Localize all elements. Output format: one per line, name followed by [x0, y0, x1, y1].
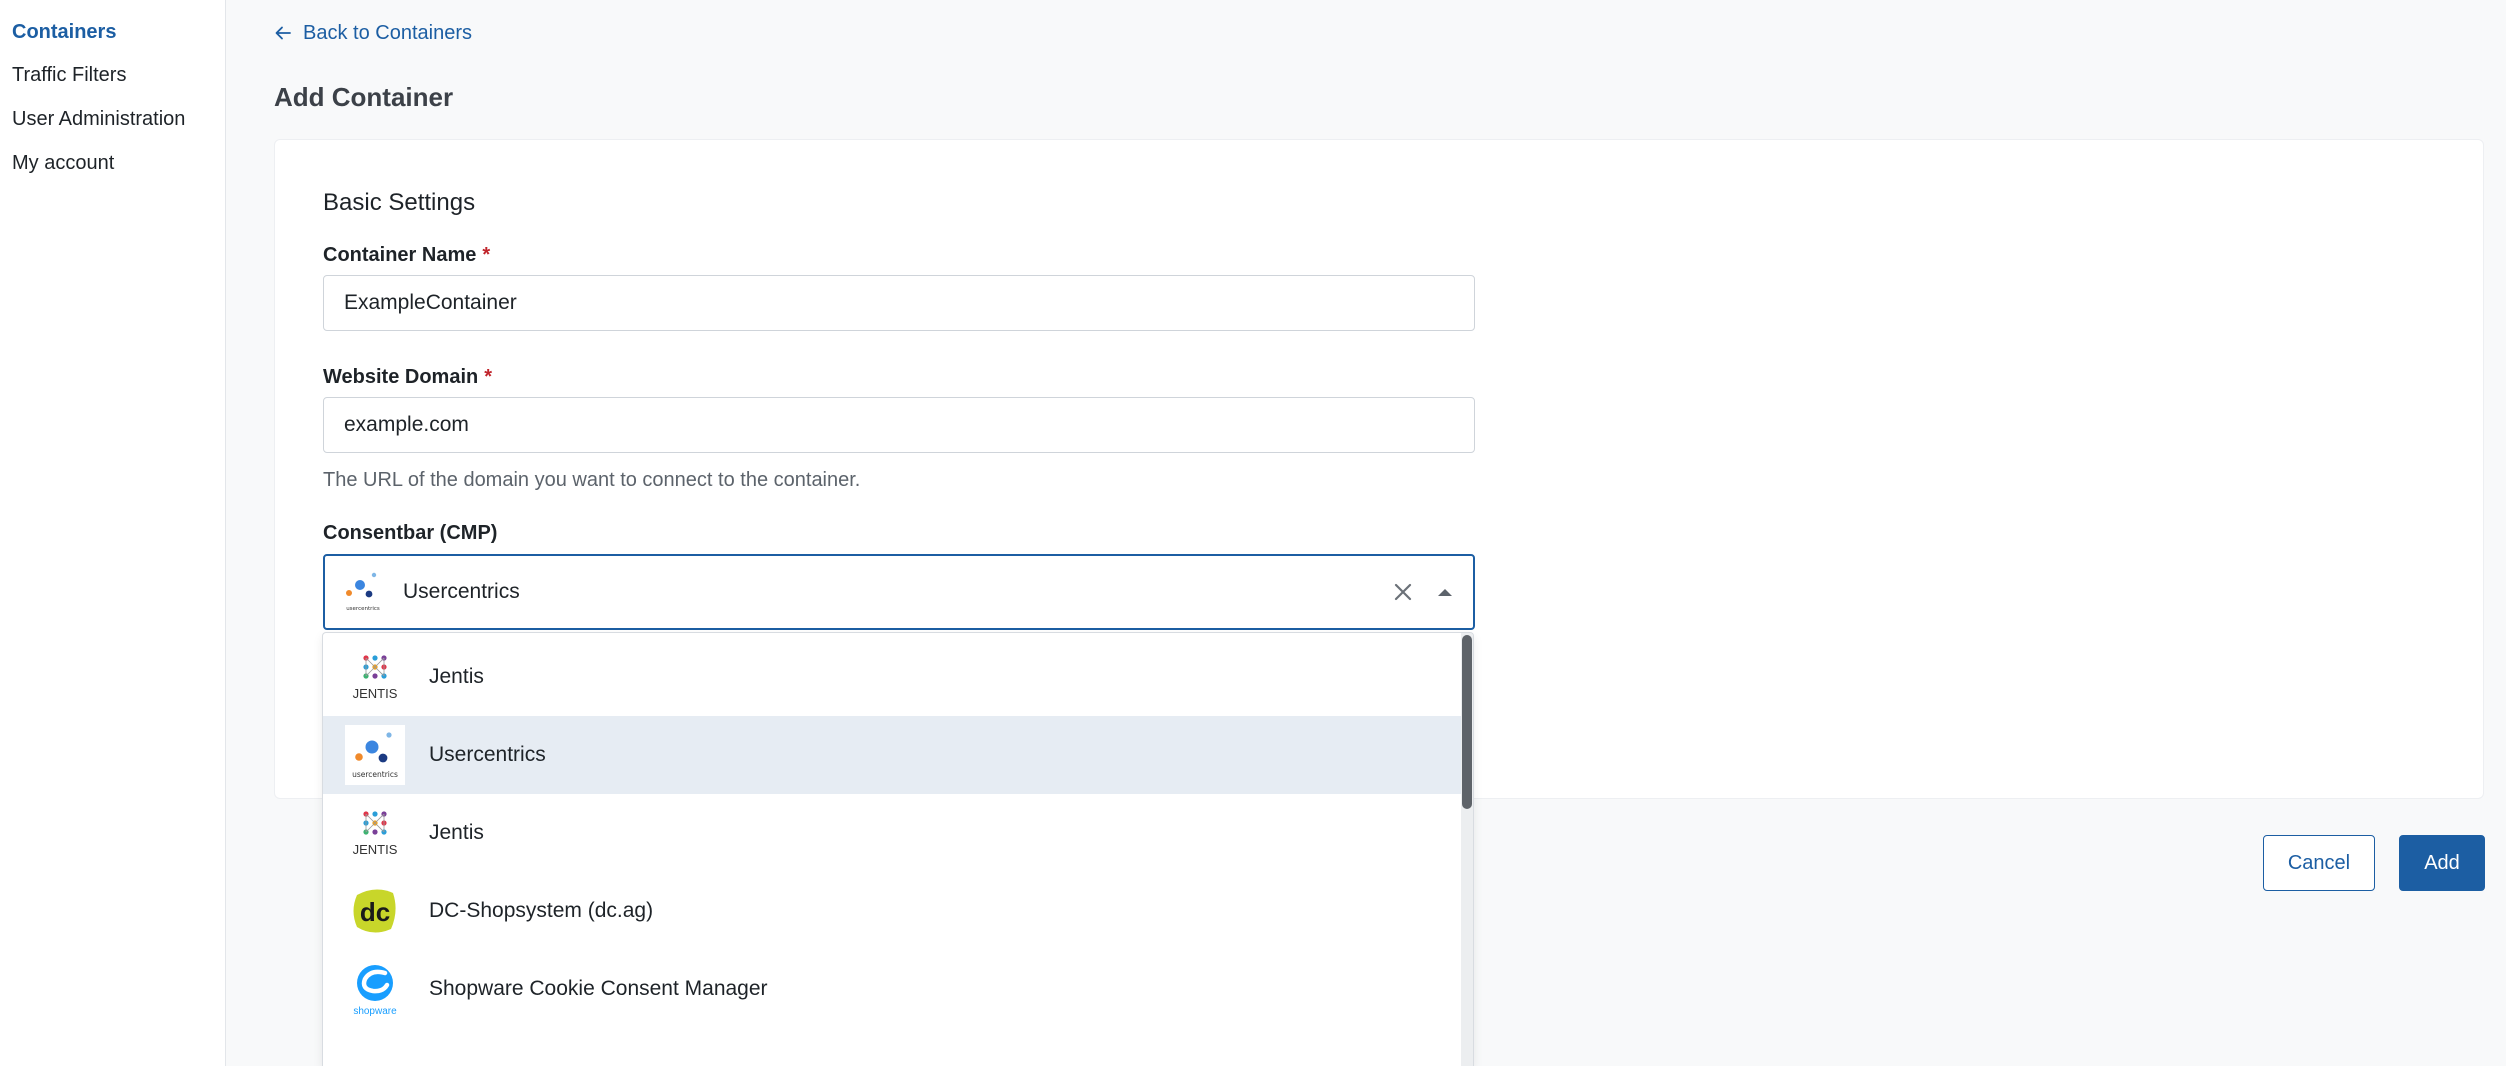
back-link-label: Back to Containers: [303, 22, 472, 44]
svg-text:JENTIS: JENTIS: [353, 686, 398, 701]
dropdown-option-label: DC-Shopsystem (dc.ag): [429, 899, 654, 922]
website-domain-help: The URL of the domain you want to connec…: [323, 469, 861, 491]
container-name-label-text: Container Name: [323, 244, 477, 266]
back-to-containers-link[interactable]: Back to Containers: [273, 20, 472, 46]
container-name-label: Container Name *: [323, 243, 490, 267]
dropdown-option-label: Usercentrics: [429, 743, 546, 766]
required-mark: *: [482, 244, 491, 266]
dropdown-option[interactable]: JENTIS Jentis: [323, 638, 1463, 716]
jentis-logo-icon: JENTIS: [345, 647, 405, 707]
add-button[interactable]: Add: [2399, 835, 2485, 891]
container-name-input[interactable]: [323, 275, 1475, 331]
sidebar-item-containers[interactable]: Containers: [12, 20, 116, 44]
consentbar-label: Consentbar (CMP): [323, 522, 498, 544]
website-domain-input[interactable]: [323, 397, 1475, 453]
jentis-logo-icon: JENTIS: [345, 803, 405, 863]
sidebar-item-user-administration[interactable]: User Administration: [12, 107, 185, 131]
usercentrics-logo-icon: usercentrics: [346, 572, 380, 612]
usercentrics-logo-icon: usercentrics: [345, 725, 405, 785]
sidebar-item-traffic-filters[interactable]: Traffic Filters: [12, 63, 126, 87]
dropdown-option-selected[interactable]: usercentrics Usercentrics: [323, 716, 1463, 794]
website-domain-label-text: Website Domain: [323, 366, 479, 388]
dropdown-option[interactable]: JENTIS Jentis: [323, 794, 1463, 872]
consentbar-selected-value: Usercentrics: [403, 580, 520, 603]
website-domain-label: Website Domain *: [323, 365, 492, 389]
dropdown-option-label: Shopware Cookie Consent Manager: [429, 977, 768, 1000]
required-mark: *: [484, 366, 493, 388]
dropdown-option-label: Jentis: [429, 821, 484, 844]
dropdown-option-label: Jentis: [429, 665, 484, 688]
caret-up-icon[interactable]: [1431, 578, 1459, 606]
dc-logo-icon: dc: [345, 881, 405, 941]
svg-text:usercentrics: usercentrics: [346, 606, 380, 612]
consentbar-dropdown-list[interactable]: JENTIS Jentis usercentrics Usercentrics: [322, 632, 1474, 1066]
consentbar-select[interactable]: usercentrics Usercentrics: [323, 554, 1475, 630]
svg-text:dc: dc: [360, 897, 390, 927]
svg-text:JENTIS: JENTIS: [353, 842, 398, 857]
sidebar-item-my-account[interactable]: My account: [12, 151, 114, 175]
clear-icon[interactable]: [1389, 578, 1417, 606]
svg-text:shopware: shopware: [353, 1006, 397, 1017]
arrow-left-icon: [275, 26, 291, 40]
dropdown-scrollbar[interactable]: [1461, 633, 1473, 1066]
dropdown-scrollbar-thumb[interactable]: [1462, 635, 1472, 809]
cancel-button[interactable]: Cancel: [2263, 835, 2375, 891]
shopware-logo-icon: shopware: [345, 959, 405, 1019]
svg-text:usercentrics: usercentrics: [352, 770, 398, 779]
dropdown-option[interactable]: shopware Shopware Cookie Consent Manager: [323, 950, 1463, 1028]
page-title: Add Container: [274, 82, 454, 112]
dropdown-option[interactable]: dc DC-Shopsystem (dc.ag): [323, 872, 1463, 950]
sidebar: Containers Traffic Filters User Administ…: [0, 0, 226, 1066]
section-title: Basic Settings: [323, 189, 476, 216]
